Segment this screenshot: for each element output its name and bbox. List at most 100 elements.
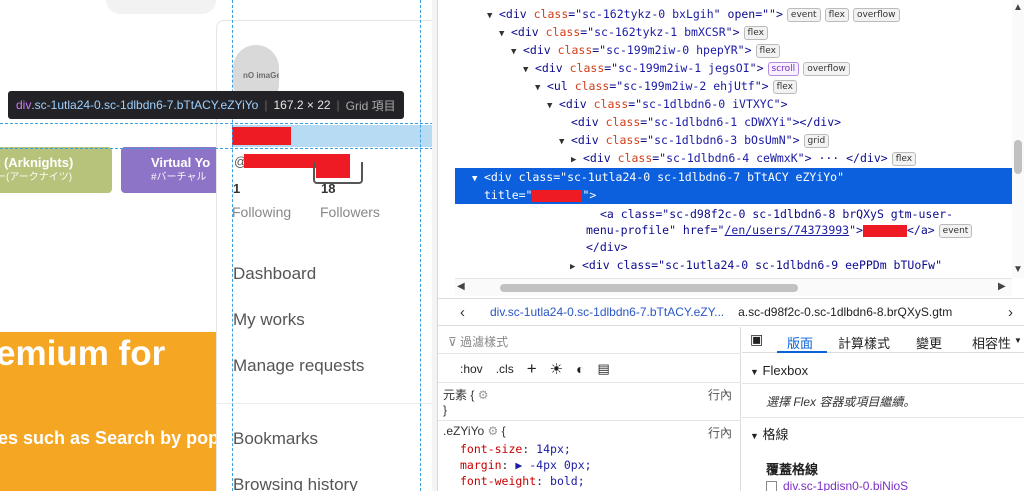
light-mode-icon[interactable]: ☀ bbox=[550, 360, 563, 378]
tabs-overflow-icon[interactable]: ▼ bbox=[1014, 336, 1022, 345]
filter-styles-input[interactable]: ⊽ 過濾樣式 bbox=[448, 333, 508, 350]
horizontal-scroll-thumb[interactable] bbox=[500, 284, 798, 292]
grid-section-header[interactable]: ▼ 格線 bbox=[750, 424, 789, 443]
tab-computed[interactable]: 計算樣式 bbox=[838, 333, 890, 352]
dom-node-line[interactable]: ▼ <div class="sc-1dlbdn6-0 iVTXYC"> bbox=[455, 95, 788, 113]
vertical-scroll-thumb[interactable] bbox=[1014, 140, 1022, 174]
tag-close: "> bbox=[737, 43, 752, 57]
flex-badge[interactable]: flex bbox=[772, 79, 797, 94]
flex-badge[interactable]: flex bbox=[743, 25, 768, 40]
overflow-badge[interactable]: overflow bbox=[852, 7, 900, 22]
dom-node-line[interactable]: ▼ <ul class="sc-199m2iw-2 ehjUtf"> flex bbox=[455, 77, 797, 95]
dom-node-line[interactable]: ▶ <div class="sc-1dlbdn6-4 ceWmxK"> ··· <… bbox=[455, 149, 917, 169]
attr-eq: =" bbox=[652, 151, 667, 165]
tooltip-dimensions: 167.2 × 22 bbox=[273, 98, 331, 112]
sidebar-toggle-icon[interactable]: ▣ bbox=[750, 331, 763, 348]
breadcrumb-back-icon[interactable]: ‹ bbox=[460, 304, 465, 321]
menu-item-manage-requests[interactable]: Manage requests bbox=[233, 356, 364, 376]
hover-state-toggle[interactable]: :hov bbox=[460, 362, 483, 376]
search-bar[interactable] bbox=[106, 0, 216, 14]
tab-layout[interactable]: 版面 bbox=[787, 333, 813, 352]
tag-close: "> bbox=[773, 97, 788, 111]
flex-badge[interactable]: flex bbox=[755, 43, 780, 58]
grid-guide-bottom bbox=[0, 148, 438, 149]
styles-toolbar: :hov .cls + ☀ ◐ ▤ bbox=[460, 359, 610, 379]
tree-horizontal-scrollbar[interactable]: ◀ ▶ bbox=[455, 278, 1012, 296]
close-div-line[interactable]: </div> bbox=[455, 238, 628, 256]
scroll-right-icon[interactable]: ▶ bbox=[998, 281, 1006, 292]
collapse-triangle-icon[interactable]: ▶ bbox=[571, 151, 583, 169]
gear-icon[interactable]: ⚙ bbox=[478, 388, 489, 402]
screenshot-root: t (Arknights) ー(アークナイツ) Virtual Yo #バーチャ… bbox=[0, 0, 1024, 491]
collapse-triangle-icon[interactable]: ▶ bbox=[570, 258, 582, 276]
dom-tree[interactable]: ▼ <div class="sc-162tykz-0 bxLgih" open="… bbox=[455, 0, 1015, 278]
tag-card-arknights[interactable]: t (Arknights) ー(アークナイツ) bbox=[0, 147, 112, 193]
dom-node-line[interactable]: ▼ <div class="sc-199m2iw-1 jegsOI"> scroll… bbox=[455, 59, 850, 77]
scroll-badge[interactable]: scroll bbox=[767, 61, 800, 76]
next-node-line[interactable]: ▶ <div class="sc-1utla24-0 sc-1dlbdn6-9 e… bbox=[455, 256, 942, 274]
tab-changes[interactable]: 變更 bbox=[916, 333, 942, 352]
styles-pane: ⊽ 過濾樣式 :hov .cls + ☀ ◐ ▤ 元素 { ⚙ 行內 } .eZ… bbox=[438, 327, 741, 491]
dom-node-line[interactable]: ▼ <div class="sc-162tykz-1 bmXCSR"> flex bbox=[455, 23, 768, 41]
flexbox-section-header[interactable]: ▼ Flexbox bbox=[750, 363, 808, 378]
followers-label[interactable]: Followers bbox=[320, 204, 380, 220]
menu-item-browsing-history[interactable]: Browsing history bbox=[233, 475, 358, 491]
followers-count[interactable]: 18 bbox=[321, 181, 335, 196]
dom-node-line[interactable]: ▼ <div class="sc-1dlbdn6-3 bOsUmN"> grid bbox=[455, 131, 830, 149]
print-media-icon[interactable]: ▤ bbox=[598, 361, 610, 377]
breadcrumb-forward-icon[interactable]: › bbox=[1008, 304, 1013, 321]
element-rule-close: } bbox=[443, 403, 448, 417]
selected-node-line-1[interactable]: ▼ <div class="sc-1utla24-0 sc-1dlbdn6-7 b… bbox=[455, 168, 1015, 186]
css-property-margin[interactable]: margin: ▶ -4px 0px; bbox=[460, 458, 592, 472]
event-badge[interactable]: event bbox=[938, 223, 973, 238]
anchor-node-line-2[interactable]: menu-profile" href="/en/users/74373993">… bbox=[455, 221, 973, 239]
element-rule-source[interactable]: 行內 bbox=[708, 386, 732, 403]
checkbox[interactable] bbox=[766, 481, 777, 491]
flex-badge[interactable]: flex bbox=[824, 7, 849, 22]
breadcrumb-item-anchor[interactable]: a.sc-d98f2c-0.sc-1dlbdn6-8.brQXyS.gtm bbox=[738, 305, 952, 319]
menu-item-bookmarks[interactable]: Bookmarks bbox=[233, 429, 318, 449]
layout-pane: ▣ 版面 計算樣式 變更 相容性 ▼ ▼ Flexbox 選擇 Flex 容器或… bbox=[742, 327, 1024, 491]
class-rule-source[interactable]: 行內 bbox=[708, 424, 732, 441]
grid-guide-top bbox=[0, 123, 438, 124]
grid-badge[interactable]: grid bbox=[803, 133, 830, 148]
css-property-font-weight[interactable]: font-weight: bold; bbox=[460, 474, 585, 488]
tag-title: t (Arknights) bbox=[0, 155, 74, 170]
following-count[interactable]: 1 bbox=[233, 181, 240, 196]
gear-icon[interactable]: ⚙ bbox=[487, 424, 498, 438]
attr-name: class bbox=[605, 115, 641, 129]
flex-badge[interactable]: flex bbox=[891, 151, 917, 166]
scroll-up-icon[interactable]: ▲ bbox=[1013, 2, 1023, 13]
tag-name: <div bbox=[571, 133, 606, 147]
attr-eq: =" bbox=[580, 25, 595, 39]
attr-eq: =" bbox=[628, 97, 643, 111]
breadcrumb-item-div[interactable]: div.sc-1utla24-0.sc-1dlbdn6-7.bTtACY.eZY… bbox=[490, 305, 724, 319]
css-property-font-size[interactable]: font-size: 14px; bbox=[460, 442, 571, 456]
dark-mode-icon[interactable]: ◐ bbox=[576, 361, 584, 377]
dom-node-line[interactable]: ▼ <div class="sc-162tykz-0 bxLgih" open="… bbox=[455, 5, 900, 23]
tree-vertical-scrollbar[interactable]: ▲ ▼ bbox=[1012, 0, 1024, 278]
add-rule-icon[interactable]: + bbox=[527, 359, 537, 379]
overflow-badge[interactable]: overflow bbox=[803, 61, 850, 76]
tag-close: "> bbox=[785, 133, 800, 147]
dom-node-line[interactable]: <div class="sc-1dlbdn6-1 cDWXYi"></div> bbox=[455, 113, 841, 131]
tag-card-virtual-youtuber[interactable]: Virtual Yo #バーチャル bbox=[121, 147, 219, 193]
profile-href-link[interactable]: /en/users/74373993 bbox=[724, 223, 849, 237]
attr-name: class bbox=[574, 79, 610, 93]
event-badge[interactable]: event bbox=[786, 7, 821, 22]
selected-node-line-2[interactable]: title=" "> bbox=[455, 186, 1015, 204]
attr-eq: =" bbox=[592, 43, 607, 57]
scroll-down-icon[interactable]: ▼ bbox=[1013, 264, 1023, 275]
menu-item-dashboard[interactable]: Dashboard bbox=[233, 264, 316, 284]
premium-banner[interactable]: emium for es such as Search by popu bbox=[0, 332, 216, 491]
dom-node-line[interactable]: ▼ <div class="sc-199m2iw-0 hpepYR"> flex bbox=[455, 41, 780, 59]
element-rule-header: 元素 { ⚙ bbox=[443, 388, 489, 402]
menu-item-my-works[interactable]: My works bbox=[233, 310, 305, 330]
following-label[interactable]: Following bbox=[232, 204, 291, 220]
tag-name: <div bbox=[535, 61, 570, 75]
class-toggle[interactable]: .cls bbox=[496, 362, 514, 376]
devtools-panel: ▼ <div class="sc-162tykz-0 bxLgih" open="… bbox=[438, 0, 1024, 491]
scroll-left-icon[interactable]: ◀ bbox=[457, 281, 465, 292]
tab-compatibility[interactable]: 相容性 bbox=[972, 333, 1011, 352]
grid-overlay-item[interactable]: div.sc-1pdisn0-0.biNioS bbox=[766, 479, 1016, 491]
